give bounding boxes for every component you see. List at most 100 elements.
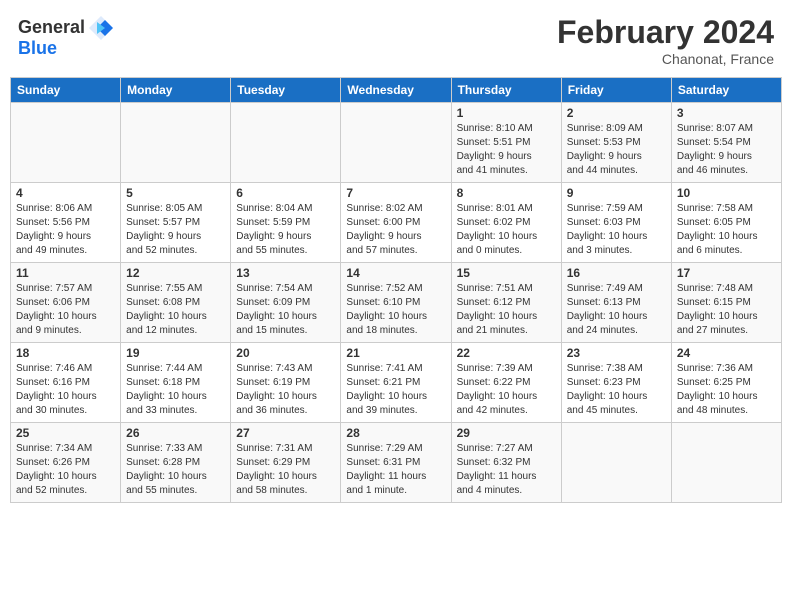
day-number: 4 xyxy=(16,186,115,200)
day-info: Sunrise: 7:48 AM Sunset: 6:15 PM Dayligh… xyxy=(677,282,776,338)
day-number: 7 xyxy=(346,186,445,200)
calendar-cell xyxy=(561,423,671,503)
calendar-cell: 18 Sunrise: 7:46 AM Sunset: 6:16 PM Dayli… xyxy=(11,343,121,423)
day-info: Sunrise: 7:55 AM Sunset: 6:08 PM Dayligh… xyxy=(126,282,225,338)
calendar-cell xyxy=(231,103,341,183)
day-info: Sunrise: 8:07 AM Sunset: 5:54 PM Dayligh… xyxy=(677,122,776,178)
day-header-thursday: Thursday xyxy=(451,78,561,103)
calendar-cell xyxy=(121,103,231,183)
calendar-cell xyxy=(341,103,451,183)
day-header-monday: Monday xyxy=(121,78,231,103)
week-row-3: 11Sunrise: 7:57 AM Sunset: 6:06 PM Dayli… xyxy=(11,263,782,343)
calendar-cell: 6 Sunrise: 8:04 AM Sunset: 5:59 PM Daylig… xyxy=(231,183,341,263)
day-number: 14 xyxy=(346,266,445,280)
day-number: 29 xyxy=(457,426,556,440)
day-info: Sunrise: 7:34 AM Sunset: 6:26 PM Dayligh… xyxy=(16,442,115,498)
day-number: 15 xyxy=(457,266,556,280)
calendar-cell xyxy=(11,103,121,183)
calendar-cell: 8 Sunrise: 8:01 AM Sunset: 6:02 PM Daylig… xyxy=(451,183,561,263)
calendar-cell: 15 Sunrise: 7:51 AM Sunset: 6:12 PM Dayli… xyxy=(451,263,561,343)
day-info: Sunrise: 7:49 AM Sunset: 6:13 PM Dayligh… xyxy=(567,282,666,338)
calendar-cell: 11Sunrise: 7:57 AM Sunset: 6:06 PM Dayli… xyxy=(11,263,121,343)
calendar-cell: 14 Sunrise: 7:52 AM Sunset: 6:10 PM Dayli… xyxy=(341,263,451,343)
logo-blue: Blue xyxy=(18,38,57,58)
day-header-tuesday: Tuesday xyxy=(231,78,341,103)
calendar-cell: 20Sunrise: 7:43 AM Sunset: 6:19 PM Dayli… xyxy=(231,343,341,423)
calendar-cell: 12Sunrise: 7:55 AM Sunset: 6:08 PM Dayli… xyxy=(121,263,231,343)
calendar-cell: 7 Sunrise: 8:02 AM Sunset: 6:00 PM Daylig… xyxy=(341,183,451,263)
day-info: Sunrise: 8:01 AM Sunset: 6:02 PM Dayligh… xyxy=(457,202,556,258)
day-number: 3 xyxy=(677,106,776,120)
day-info: Sunrise: 7:44 AM Sunset: 6:18 PM Dayligh… xyxy=(126,362,225,418)
calendar-cell: 27 Sunrise: 7:31 AM Sunset: 6:29 PM Dayli… xyxy=(231,423,341,503)
month-title: February 2024 xyxy=(557,14,774,51)
day-info: Sunrise: 8:06 AM Sunset: 5:56 PM Dayligh… xyxy=(16,202,115,258)
day-number: 20 xyxy=(236,346,335,360)
calendar-cell: 1Sunrise: 8:10 AM Sunset: 5:51 PM Daylig… xyxy=(451,103,561,183)
calendar-cell: 21Sunrise: 7:41 AM Sunset: 6:21 PM Dayli… xyxy=(341,343,451,423)
day-number: 17 xyxy=(677,266,776,280)
calendar-cell: 19 Sunrise: 7:44 AM Sunset: 6:18 PM Dayli… xyxy=(121,343,231,423)
location: Chanonat, France xyxy=(557,51,774,67)
day-info: Sunrise: 8:05 AM Sunset: 5:57 PM Dayligh… xyxy=(126,202,225,258)
calendar-cell: 13 Sunrise: 7:54 AM Sunset: 6:09 PM Dayli… xyxy=(231,263,341,343)
calendar-cell: 9Sunrise: 7:59 AM Sunset: 6:03 PM Daylig… xyxy=(561,183,671,263)
day-info: Sunrise: 8:04 AM Sunset: 5:59 PM Dayligh… xyxy=(236,202,335,258)
day-number: 18 xyxy=(16,346,115,360)
day-number: 27 xyxy=(236,426,335,440)
day-number: 10 xyxy=(677,186,776,200)
day-info: Sunrise: 7:51 AM Sunset: 6:12 PM Dayligh… xyxy=(457,282,556,338)
title-area: February 2024 Chanonat, France xyxy=(557,14,774,67)
day-info: Sunrise: 7:46 AM Sunset: 6:16 PM Dayligh… xyxy=(16,362,115,418)
day-info: Sunrise: 7:52 AM Sunset: 6:10 PM Dayligh… xyxy=(346,282,445,338)
calendar-cell: 17 Sunrise: 7:48 AM Sunset: 6:15 PM Dayli… xyxy=(671,263,781,343)
day-header-friday: Friday xyxy=(561,78,671,103)
day-info: Sunrise: 7:27 AM Sunset: 6:32 PM Dayligh… xyxy=(457,442,556,498)
calendar-cell: 3 Sunrise: 8:07 AM Sunset: 5:54 PM Daylig… xyxy=(671,103,781,183)
calendar-cell: 10Sunrise: 7:58 AM Sunset: 6:05 PM Dayli… xyxy=(671,183,781,263)
day-header-wednesday: Wednesday xyxy=(341,78,451,103)
calendar-cell: 28Sunrise: 7:29 AM Sunset: 6:31 PM Dayli… xyxy=(341,423,451,503)
day-info: Sunrise: 8:10 AM Sunset: 5:51 PM Dayligh… xyxy=(457,122,556,178)
day-number: 8 xyxy=(457,186,556,200)
calendar-cell: 4 Sunrise: 8:06 AM Sunset: 5:56 PM Daylig… xyxy=(11,183,121,263)
day-number: 16 xyxy=(567,266,666,280)
day-info: Sunrise: 8:09 AM Sunset: 5:53 PM Dayligh… xyxy=(567,122,666,178)
calendar-table: SundayMondayTuesdayWednesdayThursdayFrid… xyxy=(10,77,782,503)
day-header-saturday: Saturday xyxy=(671,78,781,103)
logo-text: General xyxy=(18,18,85,38)
day-number: 25 xyxy=(16,426,115,440)
calendar-cell: 24 Sunrise: 7:36 AM Sunset: 6:25 PM Dayli… xyxy=(671,343,781,423)
week-row-5: 25 Sunrise: 7:34 AM Sunset: 6:26 PM Dayli… xyxy=(11,423,782,503)
day-number: 2 xyxy=(567,106,666,120)
day-info: Sunrise: 7:38 AM Sunset: 6:23 PM Dayligh… xyxy=(567,362,666,418)
calendar-cell: 23 Sunrise: 7:38 AM Sunset: 6:23 PM Dayli… xyxy=(561,343,671,423)
week-row-1: 1Sunrise: 8:10 AM Sunset: 5:51 PM Daylig… xyxy=(11,103,782,183)
calendar-cell: 2 Sunrise: 8:09 AM Sunset: 5:53 PM Daylig… xyxy=(561,103,671,183)
header: General Blue February 2024 Chanonat, Fra… xyxy=(10,10,782,71)
day-info: Sunrise: 8:02 AM Sunset: 6:00 PM Dayligh… xyxy=(346,202,445,258)
header-row: SundayMondayTuesdayWednesdayThursdayFrid… xyxy=(11,78,782,103)
day-number: 9 xyxy=(567,186,666,200)
calendar-cell xyxy=(671,423,781,503)
day-info: Sunrise: 7:36 AM Sunset: 6:25 PM Dayligh… xyxy=(677,362,776,418)
calendar-cell: 22 Sunrise: 7:39 AM Sunset: 6:22 PM Dayli… xyxy=(451,343,561,423)
day-number: 26 xyxy=(126,426,225,440)
day-number: 23 xyxy=(567,346,666,360)
day-info: Sunrise: 7:39 AM Sunset: 6:22 PM Dayligh… xyxy=(457,362,556,418)
day-number: 21 xyxy=(346,346,445,360)
day-number: 19 xyxy=(126,346,225,360)
day-number: 28 xyxy=(346,426,445,440)
calendar-cell: 25 Sunrise: 7:34 AM Sunset: 6:26 PM Dayli… xyxy=(11,423,121,503)
day-info: Sunrise: 7:31 AM Sunset: 6:29 PM Dayligh… xyxy=(236,442,335,498)
day-info: Sunrise: 7:54 AM Sunset: 6:09 PM Dayligh… xyxy=(236,282,335,338)
logo: General Blue xyxy=(18,14,115,59)
day-number: 24 xyxy=(677,346,776,360)
calendar-cell: 29 Sunrise: 7:27 AM Sunset: 6:32 PM Dayli… xyxy=(451,423,561,503)
day-number: 22 xyxy=(457,346,556,360)
calendar-cell: 16 Sunrise: 7:49 AM Sunset: 6:13 PM Dayli… xyxy=(561,263,671,343)
week-row-2: 4 Sunrise: 8:06 AM Sunset: 5:56 PM Daylig… xyxy=(11,183,782,263)
day-number: 6 xyxy=(236,186,335,200)
day-number: 13 xyxy=(236,266,335,280)
week-row-4: 18 Sunrise: 7:46 AM Sunset: 6:16 PM Dayli… xyxy=(11,343,782,423)
